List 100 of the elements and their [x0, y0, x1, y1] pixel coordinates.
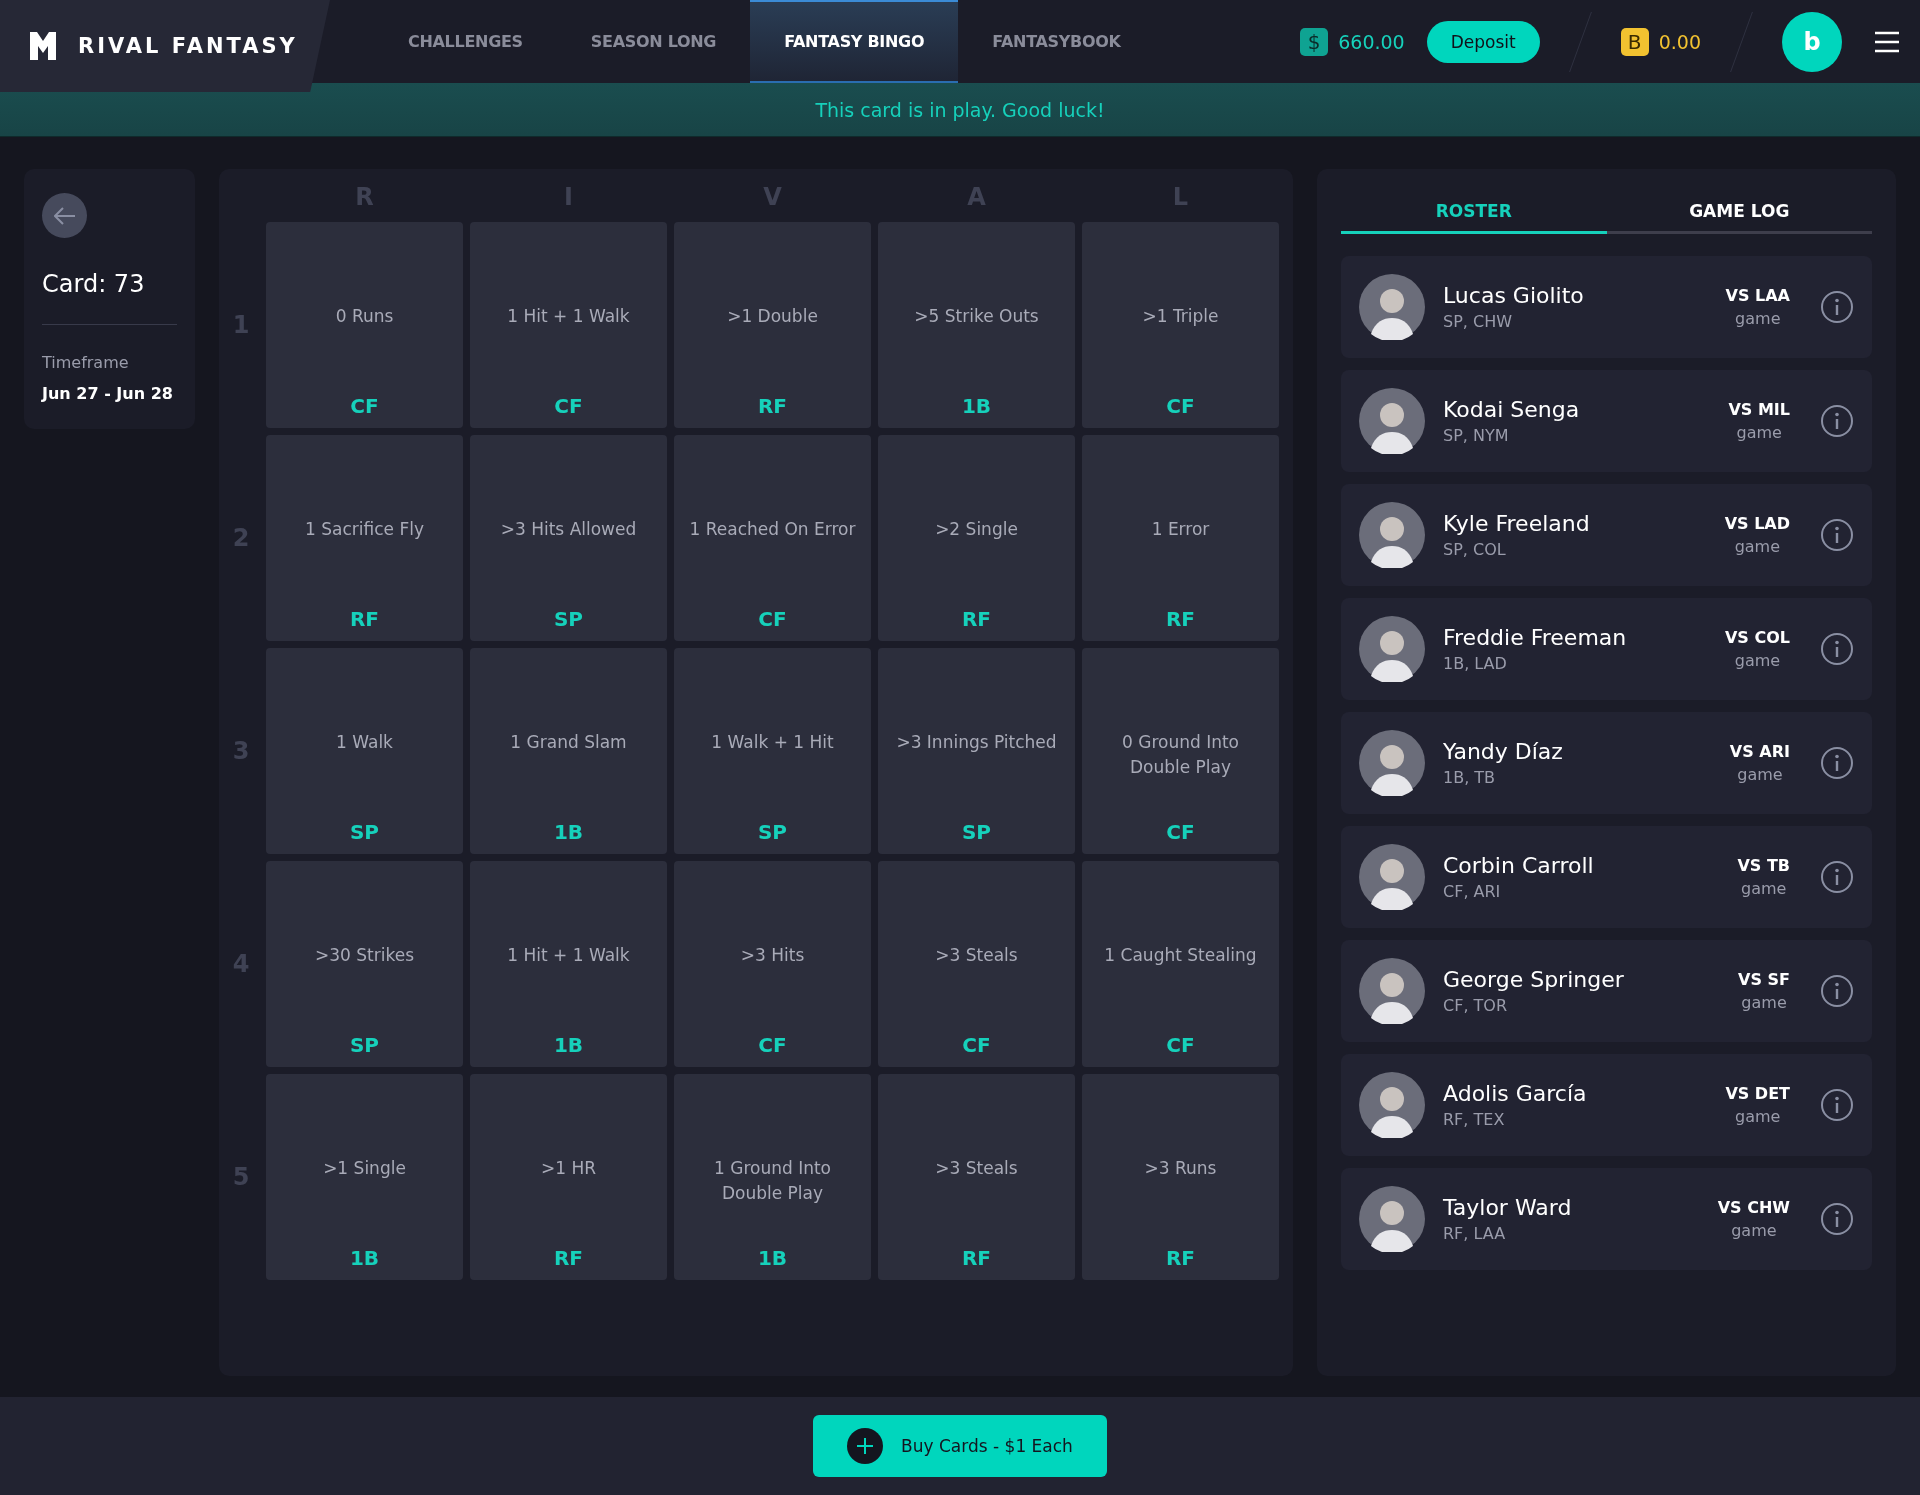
- bingo-square[interactable]: 1 Walk + 1 Hit SP: [674, 648, 871, 854]
- info-icon[interactable]: [1820, 746, 1854, 780]
- bingo-square[interactable]: 1 Sacrifice Fly RF: [266, 435, 463, 641]
- bingo-square[interactable]: >1 Double RF: [674, 222, 871, 428]
- bingo-square[interactable]: >5 Strike Outs 1B: [878, 222, 1075, 428]
- bingo-square[interactable]: 1 Hit + 1 Walk CF: [470, 222, 667, 428]
- info-icon[interactable]: [1820, 1202, 1854, 1236]
- avatar-silhouette-icon: [1359, 274, 1425, 340]
- menu-icon[interactable]: [1874, 30, 1900, 53]
- info-icon[interactable]: [1820, 632, 1854, 666]
- bingo-square[interactable]: 1 Reached On Error CF: [674, 435, 871, 641]
- info-icon[interactable]: [1820, 518, 1854, 552]
- avatar-silhouette-icon: [1359, 616, 1425, 682]
- info-icon[interactable]: [1820, 1088, 1854, 1122]
- square-position: RF: [1165, 607, 1196, 631]
- nav-tab[interactable]: CHALLENGES: [374, 0, 557, 83]
- info-icon[interactable]: [1820, 860, 1854, 894]
- player-name: Kodai Senga: [1443, 397, 1581, 422]
- square-stat: >5 Strike Outs: [913, 305, 1040, 328]
- info-icon[interactable]: [1820, 404, 1854, 438]
- square-stat: 1 Walk: [335, 731, 394, 754]
- player-position: RF, TEX: [1443, 1110, 1506, 1129]
- square-stat: >1 Triple: [1141, 305, 1220, 328]
- player-name: Kyle Freeland: [1443, 511, 1591, 536]
- banner-message: This card is in play. Good luck!: [815, 98, 1105, 121]
- player-name: Freddie Freeman: [1443, 625, 1628, 650]
- square-stat: 1 Grand Slam: [509, 731, 628, 754]
- bingo-square[interactable]: 1 Error RF: [1082, 435, 1279, 641]
- square-stat: >3 Steals: [934, 944, 1019, 967]
- buy-cards-button[interactable]: Buy Cards - $1 Each: [813, 1415, 1107, 1477]
- player-name: Yandy Díaz: [1443, 739, 1564, 764]
- avatar-silhouette-icon: [1359, 958, 1425, 1024]
- nav-tab[interactable]: SEASON LONG: [556, 0, 751, 83]
- square-stat: 1 Hit + 1 Walk: [506, 305, 631, 328]
- bingo-square[interactable]: 1 Hit + 1 Walk 1B: [470, 861, 667, 1067]
- square-stat: >3 Steals: [934, 1157, 1019, 1180]
- bingo-square[interactable]: >1 Triple CF: [1082, 222, 1279, 428]
- avatar-silhouette-icon: [1359, 388, 1425, 454]
- square-position: CF: [758, 1033, 787, 1057]
- player-name: Corbin Carroll: [1443, 853, 1595, 878]
- square-stat: 1 Caught Stealing: [1103, 944, 1258, 967]
- player-card[interactable]: Kodai Senga SP, NYM VS MIL game: [1341, 370, 1872, 472]
- game-status: game: [1735, 1107, 1781, 1126]
- player-card[interactable]: Yandy Díaz 1B, TB VS ARI game: [1341, 712, 1872, 814]
- bingo-square[interactable]: >3 Runs RF: [1082, 1074, 1279, 1280]
- player-position: SP, NYM: [1443, 426, 1510, 445]
- bingo-square[interactable]: >1 Single 1B: [266, 1074, 463, 1280]
- info-icon[interactable]: [1820, 974, 1854, 1008]
- back-arrow-icon: [53, 206, 76, 225]
- player-card[interactable]: Taylor Ward RF, LAA VS CHW game: [1341, 1168, 1872, 1270]
- dollar-icon: $: [1300, 27, 1329, 56]
- player-card[interactable]: George Springer CF, TOR VS SF game: [1341, 940, 1872, 1042]
- player-card[interactable]: Corbin Carroll CF, ARI VS TB game: [1341, 826, 1872, 928]
- bingo-square[interactable]: 0 Ground Into Double Play CF: [1082, 648, 1279, 854]
- game-status: game: [1737, 765, 1783, 784]
- bingo-square[interactable]: >30 Strikes SP: [266, 861, 463, 1067]
- square-position: 1B: [553, 820, 584, 844]
- bingo-square[interactable]: >3 Hits CF: [674, 861, 871, 1067]
- bingo-square[interactable]: >3 Hits Allowed SP: [470, 435, 667, 641]
- square-position: CF: [962, 1033, 991, 1057]
- player-name: Lucas Giolito: [1443, 283, 1585, 308]
- bingo-square[interactable]: >3 Innings Pitched SP: [878, 648, 1075, 854]
- bonus-balance: 0.00: [1658, 30, 1701, 53]
- square-position: CF: [758, 607, 787, 631]
- bingo-square[interactable]: 0 Runs CF: [266, 222, 463, 428]
- deposit-button[interactable]: Deposit: [1426, 20, 1540, 63]
- square-position: SP: [757, 820, 788, 844]
- bingo-square[interactable]: 1 Walk SP: [266, 648, 463, 854]
- player-card[interactable]: Freddie Freeman 1B, LAD VS COL game: [1341, 598, 1872, 700]
- square-position: CF: [350, 394, 379, 418]
- player-card[interactable]: Lucas Giolito SP, CHW VS LAA game: [1341, 256, 1872, 358]
- panel-tab[interactable]: ROSTER: [1341, 193, 1607, 234]
- square-position: CF: [1166, 1033, 1195, 1057]
- square-stat: 1 Reached On Error: [688, 518, 857, 541]
- opponent: VS LAD: [1724, 514, 1790, 533]
- panel-tab[interactable]: GAME LOG: [1606, 193, 1872, 234]
- square-stat: >3 Runs: [1143, 1157, 1218, 1180]
- game-status: game: [1736, 423, 1782, 442]
- bingo-square[interactable]: 1 Grand Slam 1B: [470, 648, 667, 854]
- square-position: CF: [1166, 820, 1195, 844]
- nav-tab[interactable]: FANTASY BINGO: [750, 0, 959, 83]
- square-position: RF: [961, 1246, 992, 1270]
- square-stat: >30 Strikes: [314, 944, 415, 967]
- player-card[interactable]: Adolis García RF, TEX VS DET game: [1341, 1054, 1872, 1156]
- back-button[interactable]: [42, 193, 87, 238]
- bingo-square[interactable]: >1 HR RF: [470, 1074, 667, 1280]
- bingo-square[interactable]: >3 Steals RF: [878, 1074, 1075, 1280]
- game-status: game: [1741, 879, 1787, 898]
- square-position: SP: [349, 1033, 380, 1057]
- bingo-square[interactable]: 1 Caught Stealing CF: [1082, 861, 1279, 1067]
- info-icon[interactable]: [1820, 290, 1854, 324]
- bingo-square[interactable]: >3 Steals CF: [878, 861, 1075, 1067]
- square-position: 1B: [757, 1246, 788, 1270]
- square-position: 1B: [349, 1246, 380, 1270]
- bingo-square[interactable]: 1 Ground Into Double Play 1B: [674, 1074, 871, 1280]
- opponent: VS DET: [1725, 1084, 1790, 1103]
- player-position: SP, COL: [1443, 540, 1507, 559]
- bingo-square[interactable]: >2 Single RF: [878, 435, 1075, 641]
- player-card[interactable]: Kyle Freeland SP, COL VS LAD game: [1341, 484, 1872, 586]
- nav-tab[interactable]: FANTASYBOOK: [958, 0, 1155, 83]
